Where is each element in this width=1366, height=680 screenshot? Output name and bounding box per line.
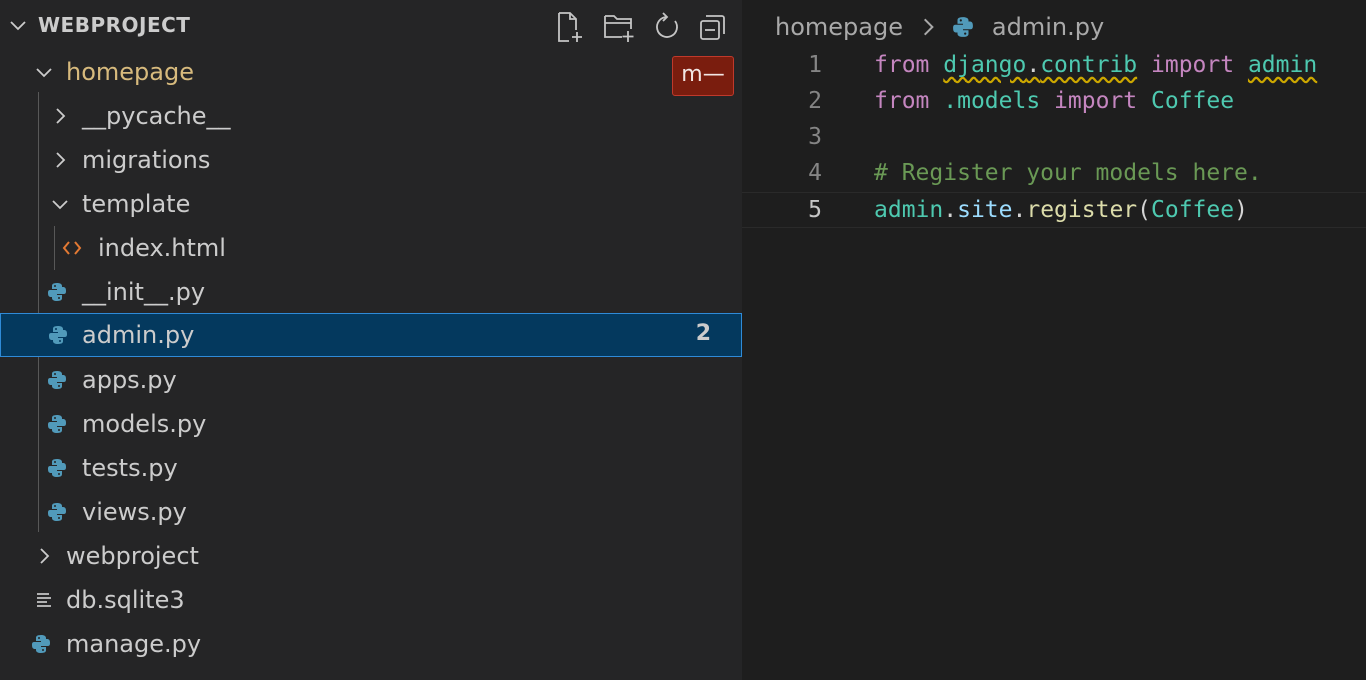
python-file-icon <box>953 17 974 37</box>
collapse-all-icon[interactable] <box>696 10 730 44</box>
comment-token: # Register your models here. <box>874 160 1262 186</box>
line-number: 2 <box>808 88 822 114</box>
tree-item-label: models.py <box>82 410 207 438</box>
class-token: Coffee <box>1151 88 1235 114</box>
variable-token: admin <box>874 197 944 223</box>
explorer-title: WEBPROJECT <box>38 13 191 37</box>
line-number: 5 <box>808 197 822 223</box>
html-file-icon <box>62 241 82 255</box>
code-line-current[interactable]: 5 admin.site.register(Coffee) <box>742 192 1366 228</box>
explorer-header[interactable]: WEBPROJECT <box>0 0 742 52</box>
tree-item-label: template <box>82 190 191 218</box>
chevron-right-icon <box>923 18 934 36</box>
module-part: contrib <box>1040 52 1138 78</box>
chevron-down-icon[interactable] <box>8 15 28 35</box>
class-token: Coffee <box>1151 197 1235 223</box>
code-text: admin.site.register(Coffee) <box>874 197 1248 223</box>
function-token: register <box>1026 197 1138 223</box>
tree-item-label: migrations <box>82 146 211 174</box>
chevron-down-icon <box>36 68 52 78</box>
tree-item-label: homepage <box>66 58 194 86</box>
module-token: .models <box>943 88 1041 114</box>
code-text: from .models import Coffee <box>874 88 1234 114</box>
tree-item-label: tests.py <box>82 454 178 482</box>
tree-item-views-py[interactable]: views.py <box>0 490 742 534</box>
tree-item-label: __pycache__ <box>82 102 231 130</box>
python-file-icon <box>48 283 66 301</box>
python-file-icon <box>49 326 67 344</box>
paren-token: ( <box>1137 197 1151 223</box>
tree-item-label: apps.py <box>82 366 177 394</box>
line-number: 4 <box>808 160 822 186</box>
dot-token: . <box>1012 197 1027 223</box>
tree-item-label: admin.py <box>82 321 195 349</box>
python-file-icon <box>48 415 66 433</box>
python-file-icon <box>48 459 66 477</box>
tree-item-migrations[interactable]: migrations <box>0 138 742 182</box>
code-line[interactable]: 2 from .models import Coffee <box>742 84 1366 120</box>
modified-badge: m— <box>672 56 734 96</box>
breadcrumb-folder[interactable]: homepage <box>775 13 903 41</box>
tree-item-label: __init__.py <box>82 278 206 306</box>
line-number: 3 <box>808 124 822 150</box>
tree-item-apps-py[interactable]: apps.py <box>0 358 742 402</box>
tree-item-label: webproject <box>66 542 199 570</box>
keyword-token: from <box>874 88 930 114</box>
tree-item-models-py[interactable]: models.py <box>0 402 742 446</box>
module-token: django.contrib <box>943 52 1137 78</box>
tree-item-admin-py[interactable]: admin.py 2 <box>0 313 742 357</box>
tree-item-index-html[interactable]: index.html <box>0 226 742 270</box>
tree-item-webproject[interactable]: webproject <box>0 534 742 578</box>
line-number: 1 <box>808 52 822 78</box>
explorer-sidebar: WEBPROJECT homepage m— __pycache__ migra… <box>0 0 742 680</box>
tree-item-db-sqlite3[interactable]: db.sqlite3 <box>0 578 742 622</box>
paren-token: ) <box>1234 197 1248 223</box>
tree-item-label: views.py <box>82 498 187 526</box>
tree-item-tests-py[interactable]: tests.py <box>0 446 742 490</box>
code-line[interactable]: 4 # Register your models here. <box>742 156 1366 192</box>
breadcrumb: homepage admin.py <box>775 12 1104 44</box>
tree-item-manage-py[interactable]: manage.py <box>0 622 742 666</box>
python-file-icon <box>48 503 66 521</box>
python-file-icon <box>48 371 66 389</box>
tree-item-pycache[interactable]: __pycache__ <box>0 94 742 138</box>
new-file-icon[interactable] <box>552 10 586 44</box>
dot-token: . <box>1026 52 1041 78</box>
attribute-token: site <box>957 197 1013 223</box>
text-file-icon <box>37 593 51 607</box>
tree-item-template[interactable]: template <box>0 182 742 226</box>
refresh-icon[interactable] <box>650 10 684 44</box>
code-line[interactable]: 3 <box>742 120 1366 156</box>
chevron-right-icon <box>40 548 50 564</box>
module-part: django <box>943 52 1027 78</box>
keyword-token: import <box>1151 52 1235 78</box>
code-line[interactable]: 1 from django.contrib import admin <box>742 48 1366 84</box>
dot-token: . <box>943 197 958 223</box>
keyword-token: from <box>874 52 930 78</box>
module-token: admin <box>1247 52 1318 78</box>
tree-item-label: index.html <box>98 234 226 262</box>
breadcrumb-file[interactable]: admin.py <box>992 13 1104 41</box>
code-editor[interactable]: homepage admin.py 1 from django.contrib … <box>742 0 1366 680</box>
tree-item-init-py[interactable]: __init__.py <box>0 270 742 314</box>
new-folder-icon[interactable] <box>602 10 636 44</box>
keyword-token: import <box>1054 88 1138 114</box>
tree-item-homepage[interactable]: homepage <box>0 50 742 94</box>
code-text: from django.contrib import admin <box>874 52 1317 78</box>
tree-item-label: manage.py <box>66 630 202 658</box>
python-file-icon <box>32 635 50 653</box>
chevron-right-icon <box>56 108 66 124</box>
chevron-down-icon <box>52 200 68 210</box>
chevron-right-icon <box>56 152 66 168</box>
tree-item-label: db.sqlite3 <box>66 586 185 614</box>
problems-count-badge: 2 <box>695 321 711 346</box>
